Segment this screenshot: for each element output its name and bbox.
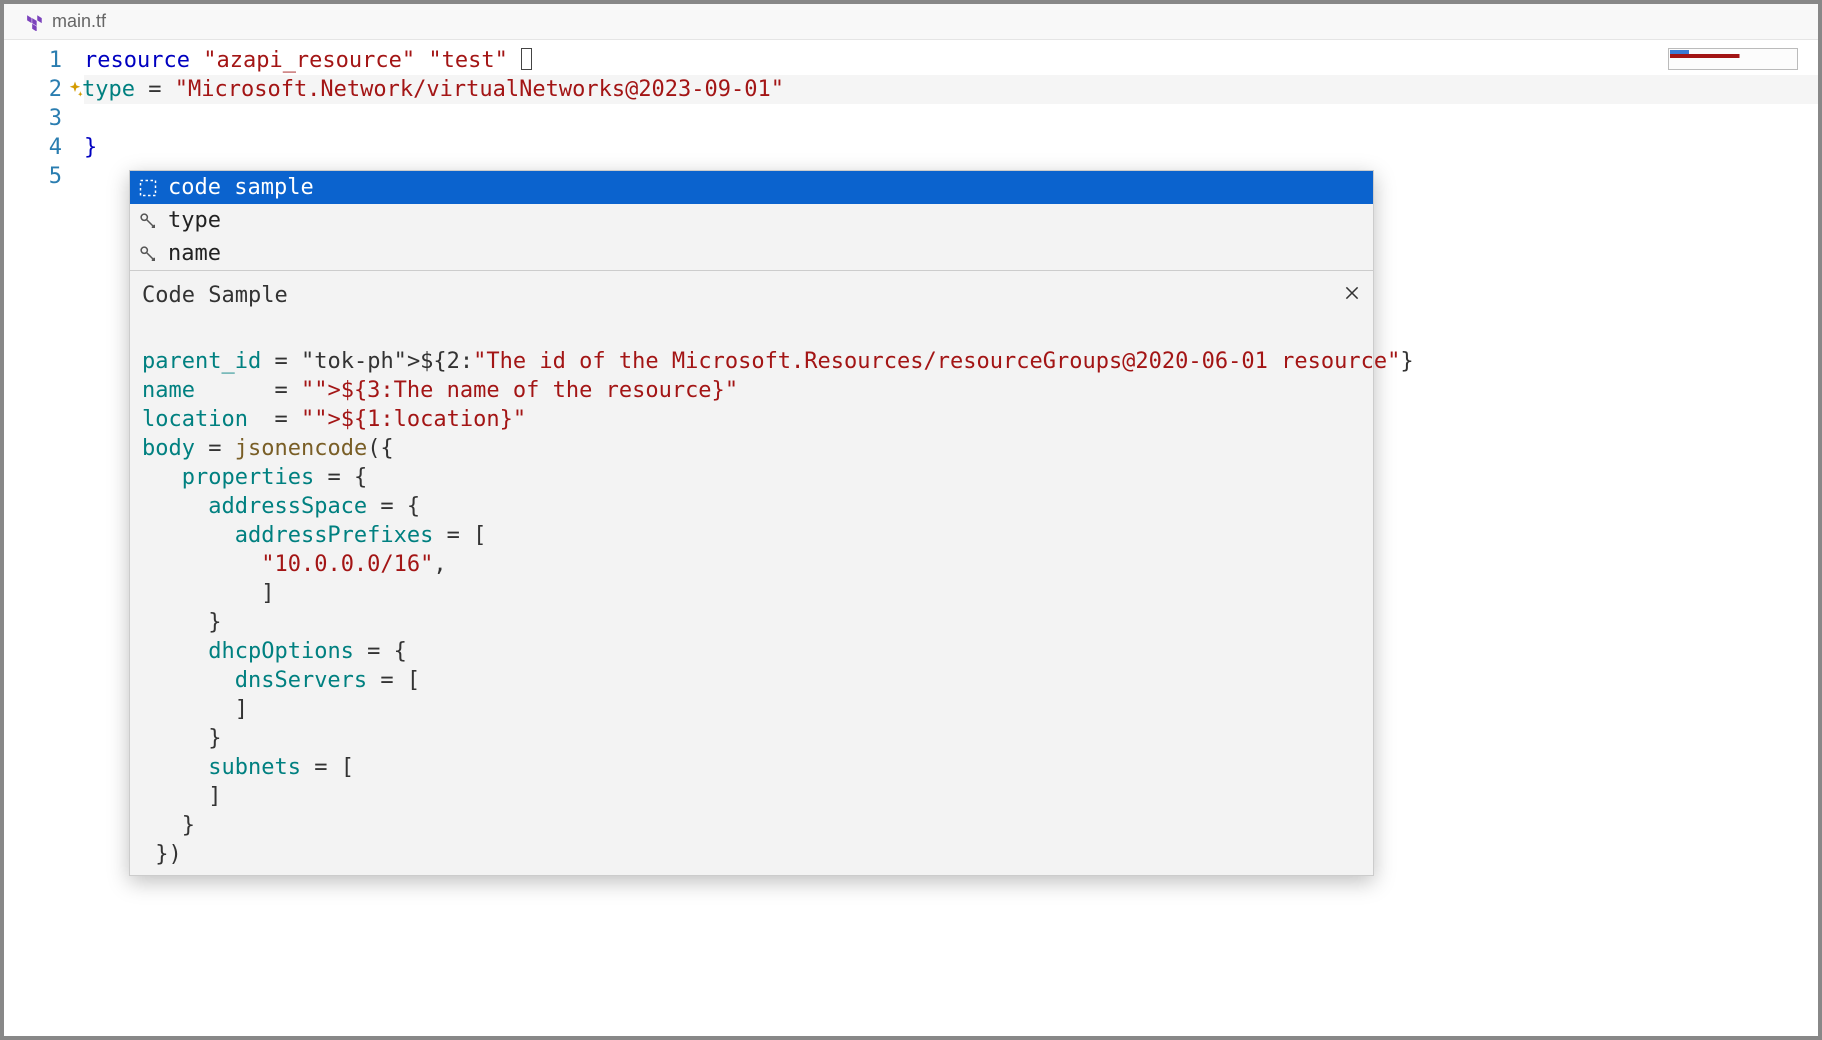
line-number: 5 bbox=[4, 162, 62, 191]
line-number: 3 bbox=[4, 104, 62, 133]
code-line[interactable]: } bbox=[84, 133, 1818, 162]
token-punct: = bbox=[135, 77, 175, 102]
completion-item-type[interactable]: type bbox=[130, 204, 1373, 237]
token-brace: } bbox=[84, 135, 97, 160]
sparkle-icon bbox=[66, 77, 84, 95]
token-string: "Microsoft.Network/virtualNetworks@2023-… bbox=[175, 77, 784, 102]
snippet-icon bbox=[138, 178, 158, 198]
minimap[interactable] bbox=[1668, 48, 1798, 70]
code-line[interactable]: resource "azapi_resource" "test" bbox=[84, 46, 1818, 75]
property-icon bbox=[138, 211, 158, 231]
token-property: type bbox=[82, 77, 135, 102]
line-number: 4 bbox=[4, 133, 62, 162]
completion-label: name bbox=[168, 239, 221, 268]
completion-item-code-sample[interactable]: code sample bbox=[130, 171, 1373, 204]
completion-label: type bbox=[168, 206, 221, 235]
tab-bar: main.tf bbox=[4, 4, 1818, 40]
token-string: "test" bbox=[428, 48, 507, 73]
code-line[interactable]: type = "Microsoft.Network/virtualNetwork… bbox=[84, 75, 1818, 104]
property-icon bbox=[138, 244, 158, 264]
tab-filename: main.tf bbox=[52, 11, 106, 32]
cursor-box bbox=[521, 48, 532, 70]
editor-frame: main.tf 1 2 3 4 5 resource "azapi_resour… bbox=[4, 4, 1818, 1036]
terraform-icon bbox=[26, 13, 44, 31]
close-icon[interactable] bbox=[1343, 281, 1361, 310]
token-string: "azapi_resource" bbox=[203, 48, 415, 73]
doc-title: Code Sample bbox=[142, 281, 288, 310]
line-number: 1 bbox=[4, 46, 62, 75]
code-area[interactable]: 1 2 3 4 5 resource "azapi_resource" "tes… bbox=[4, 40, 1818, 1036]
completion-doc-panel: Code Sample parent_id = "tok-ph">${2:"Th… bbox=[130, 270, 1373, 875]
code-line[interactable] bbox=[84, 104, 1818, 133]
doc-body: parent_id = "tok-ph">${2:"The id of the … bbox=[142, 318, 1361, 873]
completion-list: code sample type name bbox=[130, 171, 1373, 270]
completion-label: code sample bbox=[168, 173, 314, 202]
token-keyword: resource bbox=[84, 48, 190, 73]
line-gutter: 1 2 3 4 5 bbox=[4, 46, 84, 1036]
file-tab[interactable]: main.tf bbox=[16, 7, 116, 36]
completion-popup: code sample type name Code Sampl bbox=[129, 170, 1374, 876]
line-number: 2 bbox=[4, 75, 62, 104]
completion-item-name[interactable]: name bbox=[130, 237, 1373, 270]
